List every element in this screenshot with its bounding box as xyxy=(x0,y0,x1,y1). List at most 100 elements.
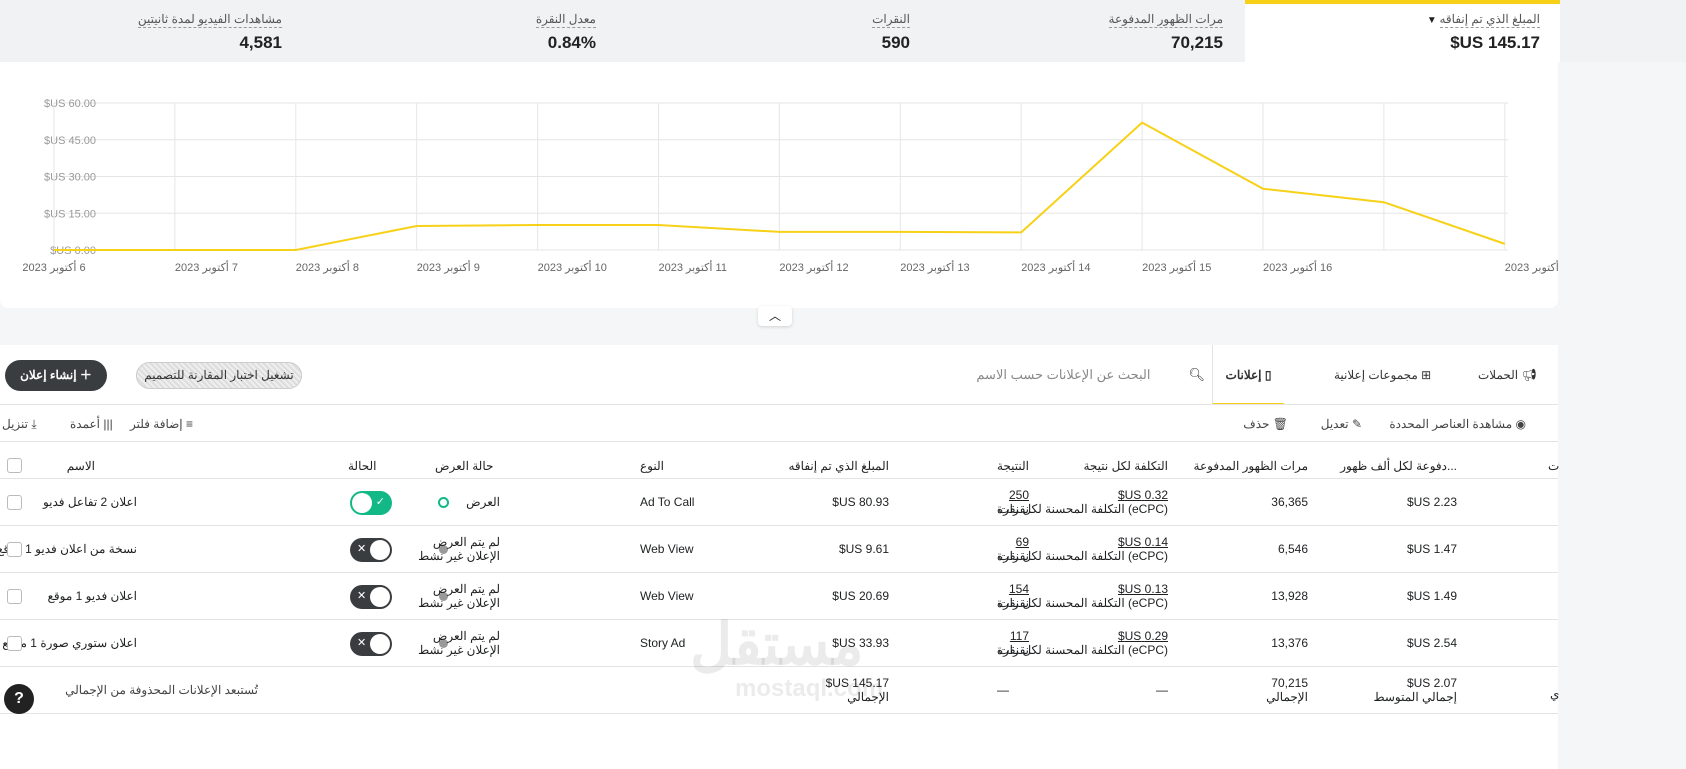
stat-video-views[interactable]: مشاهدات الفيديو لمدة ثانيتين 4,581 xyxy=(137,12,282,53)
column-header-cpr[interactable]: التكلفة لكل نتيجة xyxy=(1083,459,1168,473)
ad-name[interactable]: اعلان ستوري صورة 1 موقع xyxy=(2,636,137,650)
delivery-active-icon xyxy=(438,497,449,508)
cost-per-result-link[interactable]: 0.29 US$ xyxy=(1118,629,1168,643)
stat-spent[interactable]: ▼ المبلغ الذي تم إنفاقه $US 145.17 xyxy=(1245,0,1560,62)
grid-icon: ⊞ xyxy=(1417,368,1432,382)
stat-label: معدل النقرة xyxy=(535,12,596,28)
delivery-status: لم يتم العرض xyxy=(432,535,500,549)
row-checkbox[interactable] xyxy=(7,636,22,651)
ab-test-button[interactable]: تشغيل اختبار المقارنة للتصميم xyxy=(136,362,302,389)
result-link[interactable]: 250 xyxy=(1009,488,1029,502)
stat-ctr[interactable]: معدل النقرة 0.84% xyxy=(535,12,596,53)
spend-line-chart: $US 0.00$US 15.00$US 30.00$US 45.00$US 6… xyxy=(22,98,1574,274)
delete-button[interactable]: 🗑︎ حذف xyxy=(1243,417,1288,431)
megaphone-icon: 📢︎ xyxy=(1518,368,1537,382)
y-tick-label: $US 60.00 xyxy=(44,98,96,110)
totals-edge-text: ي xyxy=(1550,687,1560,701)
result-link[interactable]: 154 xyxy=(1009,582,1029,596)
collapse-chart-button[interactable]: ︿ xyxy=(758,306,792,326)
tab-adsets[interactable]: ⊞ مجموعات إعلانية xyxy=(1334,345,1431,405)
view-selected-button[interactable]: ◉ مشاهدة العناصر المحددة xyxy=(1389,417,1526,431)
column-header-type[interactable]: النوع xyxy=(640,459,664,473)
x-tick-label: 12 أكتوبر 2023 xyxy=(779,260,848,274)
status-toggle[interactable]: ✕ xyxy=(350,632,392,656)
x-tick-label: 15 أكتوبر 2023 xyxy=(1142,260,1211,274)
toggle-off-knob xyxy=(370,587,390,607)
result-type: نقرات xyxy=(998,502,1029,516)
edit-button[interactable]: ✎ تعديل xyxy=(1321,417,1362,431)
x-tick-label: 6 أكتوبر 2023 xyxy=(22,260,85,274)
cost-per-result-link[interactable]: 0.14 US$ xyxy=(1118,535,1168,549)
download-icon: ⤓ xyxy=(28,417,37,431)
ads-panel: 📢︎ الحملات ⊞ مجموعات إعلانية ▯ إعلانات 🔍… xyxy=(0,345,1560,769)
table-row[interactable]: 2.23 US$ 36,365 0.32 US$ (eCPC) التكلفة الم… xyxy=(0,479,1558,526)
delivery-status: العرض xyxy=(466,495,500,509)
result-link[interactable]: 69 xyxy=(1016,535,1029,549)
stat-value: 590 xyxy=(881,33,910,52)
eye-icon: ◉ xyxy=(1512,417,1526,431)
search-input[interactable]: 🔍︎ البحث عن الإعلانات حسب الاسم xyxy=(940,367,1205,383)
type-cell: Web View xyxy=(640,589,694,603)
stat-value: $US 145.17 xyxy=(1450,33,1540,52)
chevron-up-icon: ︿ xyxy=(768,309,781,323)
column-header-name[interactable]: الاسم xyxy=(67,459,95,473)
status-toggle[interactable]: ✕ xyxy=(350,585,392,609)
row-checkbox[interactable] xyxy=(7,542,22,557)
type-cell: Web View xyxy=(640,542,694,556)
type-cell: Story Ad xyxy=(640,636,686,650)
status-toggle[interactable]: ✓ xyxy=(350,491,392,515)
stat-label: المبلغ الذي تم إنفاقه xyxy=(1439,12,1540,28)
tab-campaigns[interactable]: 📢︎ الحملات xyxy=(1478,345,1537,405)
ad-name[interactable]: اعلان 2 تفاعل فديو xyxy=(43,495,137,509)
delivery-reason: الإعلان غير نشط xyxy=(418,596,500,610)
chart-card: $US 0.00 $US 15.00 $US 30.00 $US 45.00 $US 6… xyxy=(0,62,1574,308)
help-button[interactable]: ? xyxy=(4,684,34,714)
stat-impressions[interactable]: مرات الظهور المدفوعة 70,215 xyxy=(1108,12,1223,53)
column-header-result[interactable]: النتيجة xyxy=(997,459,1029,473)
row-checkbox[interactable] xyxy=(7,495,22,510)
stat-value: 0.84% xyxy=(547,33,596,52)
result-link[interactable]: 117 xyxy=(1010,629,1029,643)
x-icon: ✕ xyxy=(357,637,367,649)
action-label: مشاهدة العناصر المحددة xyxy=(1389,417,1513,431)
select-all-checkbox[interactable] xyxy=(7,458,22,473)
action-label: حذف xyxy=(1243,417,1270,431)
status-toggle[interactable]: ✕ xyxy=(350,538,392,562)
ad-name[interactable]: اعلان فديو 1 موقع xyxy=(48,589,138,603)
column-header-delivery[interactable]: حالة العرض xyxy=(435,459,493,473)
delivery-status: لم يتم العرض xyxy=(432,582,500,596)
total-impressions: 70,215 xyxy=(1271,676,1308,690)
add-filter-button[interactable]: ≡ إضافة فلتر xyxy=(130,417,193,431)
column-header-status[interactable]: الحالة xyxy=(348,459,376,473)
cost-per-result-link[interactable]: 0.32 US$ xyxy=(1118,488,1168,502)
toggle-off-knob xyxy=(370,540,390,560)
pencil-icon: ✎ xyxy=(1348,417,1362,431)
stat-clicks[interactable]: النقرات 590 xyxy=(872,12,910,53)
columns-button[interactable]: ||| أعمدة xyxy=(70,417,113,431)
action-label: تعديل xyxy=(1320,417,1349,431)
stat-label: مشاهدات الفيديو لمدة ثانيتين xyxy=(137,12,282,28)
column-header-impressions[interactable]: مرات الظهور المدفوعة xyxy=(1194,459,1308,473)
columns-icon: ||| xyxy=(100,417,113,431)
impressions-cell: 13,376 xyxy=(1271,636,1308,650)
impressions-cell: 6,546 xyxy=(1277,542,1308,556)
delivery-reason: الإعلان غير نشط xyxy=(418,643,500,657)
cpm-cell: 1.47 US$ xyxy=(1406,542,1457,556)
column-header-spent[interactable]: المبلغ الذي تم إنفاقه xyxy=(789,459,890,473)
cost-per-result-link[interactable]: 0.13 US$ xyxy=(1118,582,1168,596)
download-button[interactable]: ⤓ تنزيل xyxy=(2,417,37,432)
result-type: نقرات xyxy=(998,643,1029,657)
column-header-cpm[interactable]: ...دفوعة لكل ألف ظهور xyxy=(1340,459,1457,473)
total-cpm-label: إجمالي المتوسط xyxy=(1373,690,1457,704)
filter-icon: ≡ xyxy=(182,417,193,431)
y-tick-label: $US 15.00 xyxy=(44,208,96,220)
x-tick-label: 11 أكتوبر 2023 xyxy=(659,260,727,274)
delivery-reason: الإعلان غير نشط xyxy=(418,549,500,563)
plus-icon: ＋ xyxy=(76,368,92,382)
stat-label: النقرات xyxy=(872,12,910,28)
tab-ads[interactable]: ▯ إعلانات xyxy=(1213,345,1284,405)
table-row[interactable]: 1.47 US$ 6,546 0.14 US$ (eCPC) التكلفة المح… xyxy=(0,526,1558,573)
create-ad-button[interactable]: ＋ إنشاء إعلان xyxy=(5,360,107,391)
row-checkbox[interactable] xyxy=(7,589,22,604)
x-tick-label: 18 أكتوبر 2023 xyxy=(1505,260,1558,274)
